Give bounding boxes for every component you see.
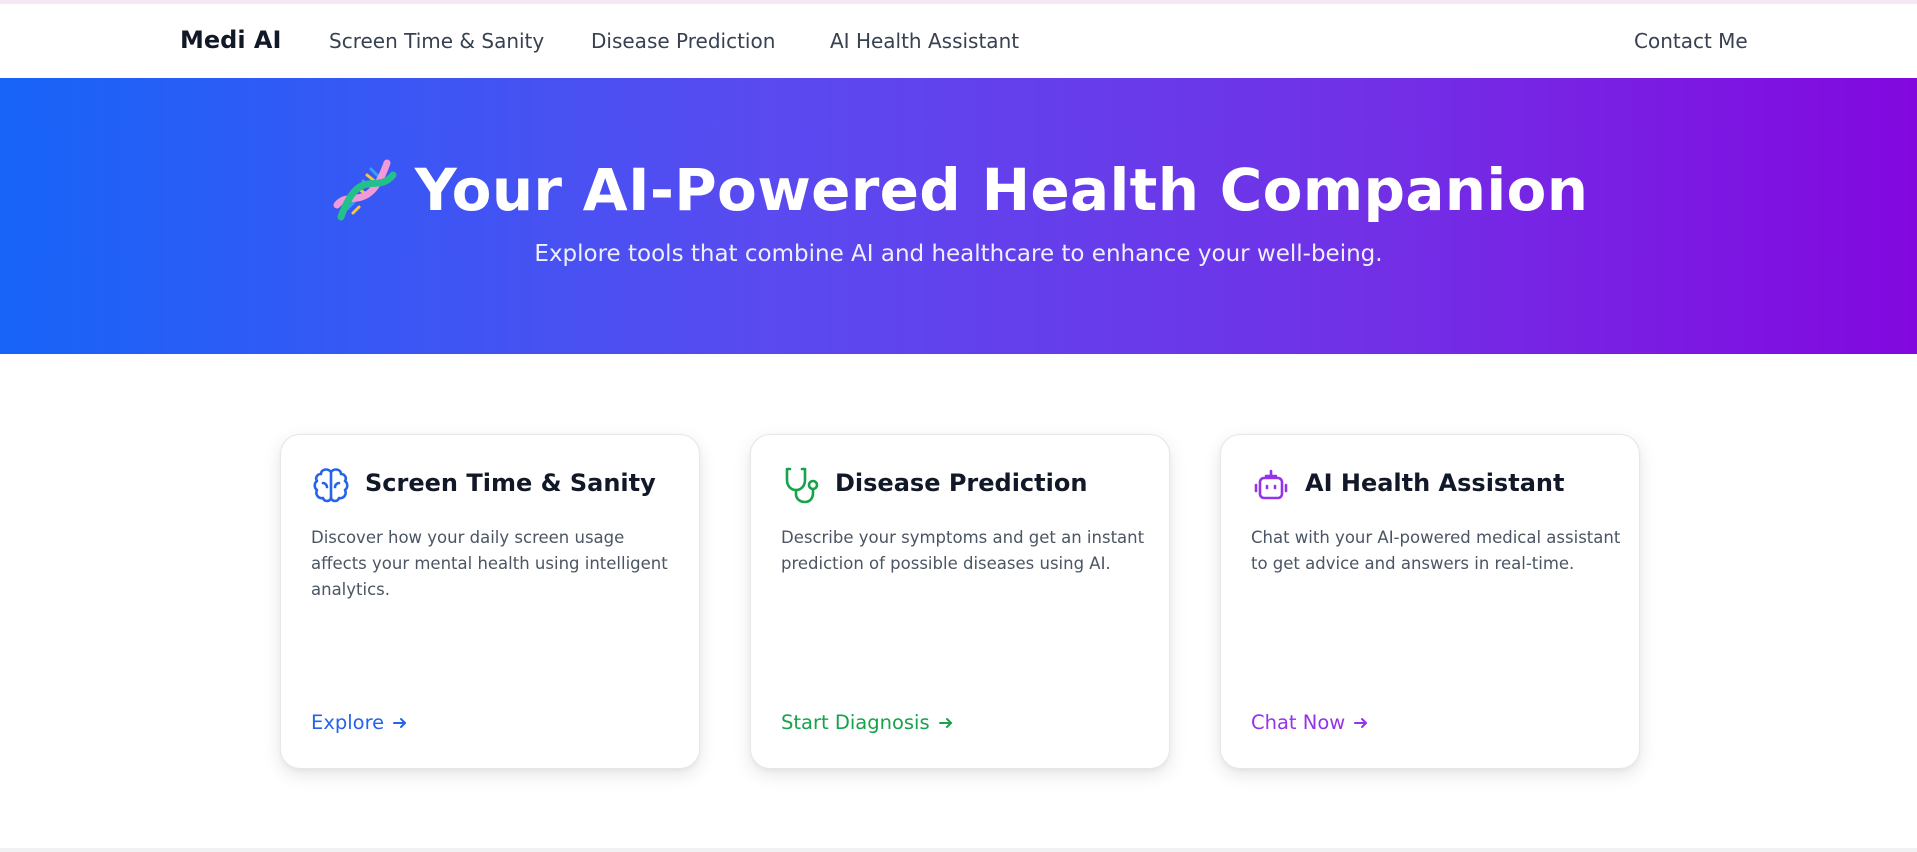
nav-link-contact[interactable]: Contact Me xyxy=(1634,29,1748,53)
card-title: AI Health Assistant xyxy=(1305,469,1565,497)
brand-logo[interactable]: Medi AI xyxy=(180,26,281,54)
nav-link-screen-time[interactable]: Screen Time & Sanity xyxy=(329,29,544,53)
stethoscope-icon xyxy=(785,467,819,504)
chat-now-link[interactable]: Chat Now xyxy=(1251,711,1369,734)
arrow-right-icon xyxy=(393,717,407,728)
card-description: Discover how your daily screen usage aff… xyxy=(311,528,668,599)
feature-card-screen-time: Screen Time & Sanity Discover how your d… xyxy=(280,434,700,769)
arrow-right-icon xyxy=(1354,717,1368,728)
start-diagnosis-link-label: Start Diagnosis xyxy=(781,711,930,734)
navbar: Medi AI Screen Time & Sanity Disease Pre… xyxy=(0,4,1917,78)
bottom-border xyxy=(0,848,1917,852)
explore-link[interactable]: Explore xyxy=(311,711,408,734)
arrow-right-icon xyxy=(938,717,952,728)
hero-banner: Your AI-Powered Health Companion Explore… xyxy=(0,78,1917,354)
brain-icon xyxy=(313,468,349,503)
explore-link-label: Explore xyxy=(311,711,385,734)
nav-link-ai-health-assistant[interactable]: AI Health Assistant xyxy=(830,29,1019,53)
start-diagnosis-link[interactable]: Start Diagnosis xyxy=(781,711,954,734)
card-description: Chat with your AI-powered medical assist… xyxy=(1251,528,1621,573)
robot-icon xyxy=(1254,469,1288,500)
card-description: Describe your symptoms and get an instan… xyxy=(781,528,1145,573)
feature-card-disease-prediction: Disease Prediction Describe your symptom… xyxy=(750,434,1170,769)
card-title: Disease Prediction xyxy=(835,469,1088,497)
feature-card-ai-assistant: AI Health Assistant Chat with your AI-po… xyxy=(1220,434,1640,769)
card-title: Screen Time & Sanity xyxy=(365,469,656,497)
hero-title: Your AI-Powered Health Companion xyxy=(414,156,1589,224)
nav-link-disease-prediction[interactable]: Disease Prediction xyxy=(591,29,775,53)
chat-now-link-label: Chat Now xyxy=(1251,711,1346,734)
hero-title-row: Your AI-Powered Health Companion xyxy=(0,150,1917,230)
dna-icon xyxy=(333,159,397,221)
hero-subtitle: Explore tools that combine AI and health… xyxy=(534,241,1383,267)
